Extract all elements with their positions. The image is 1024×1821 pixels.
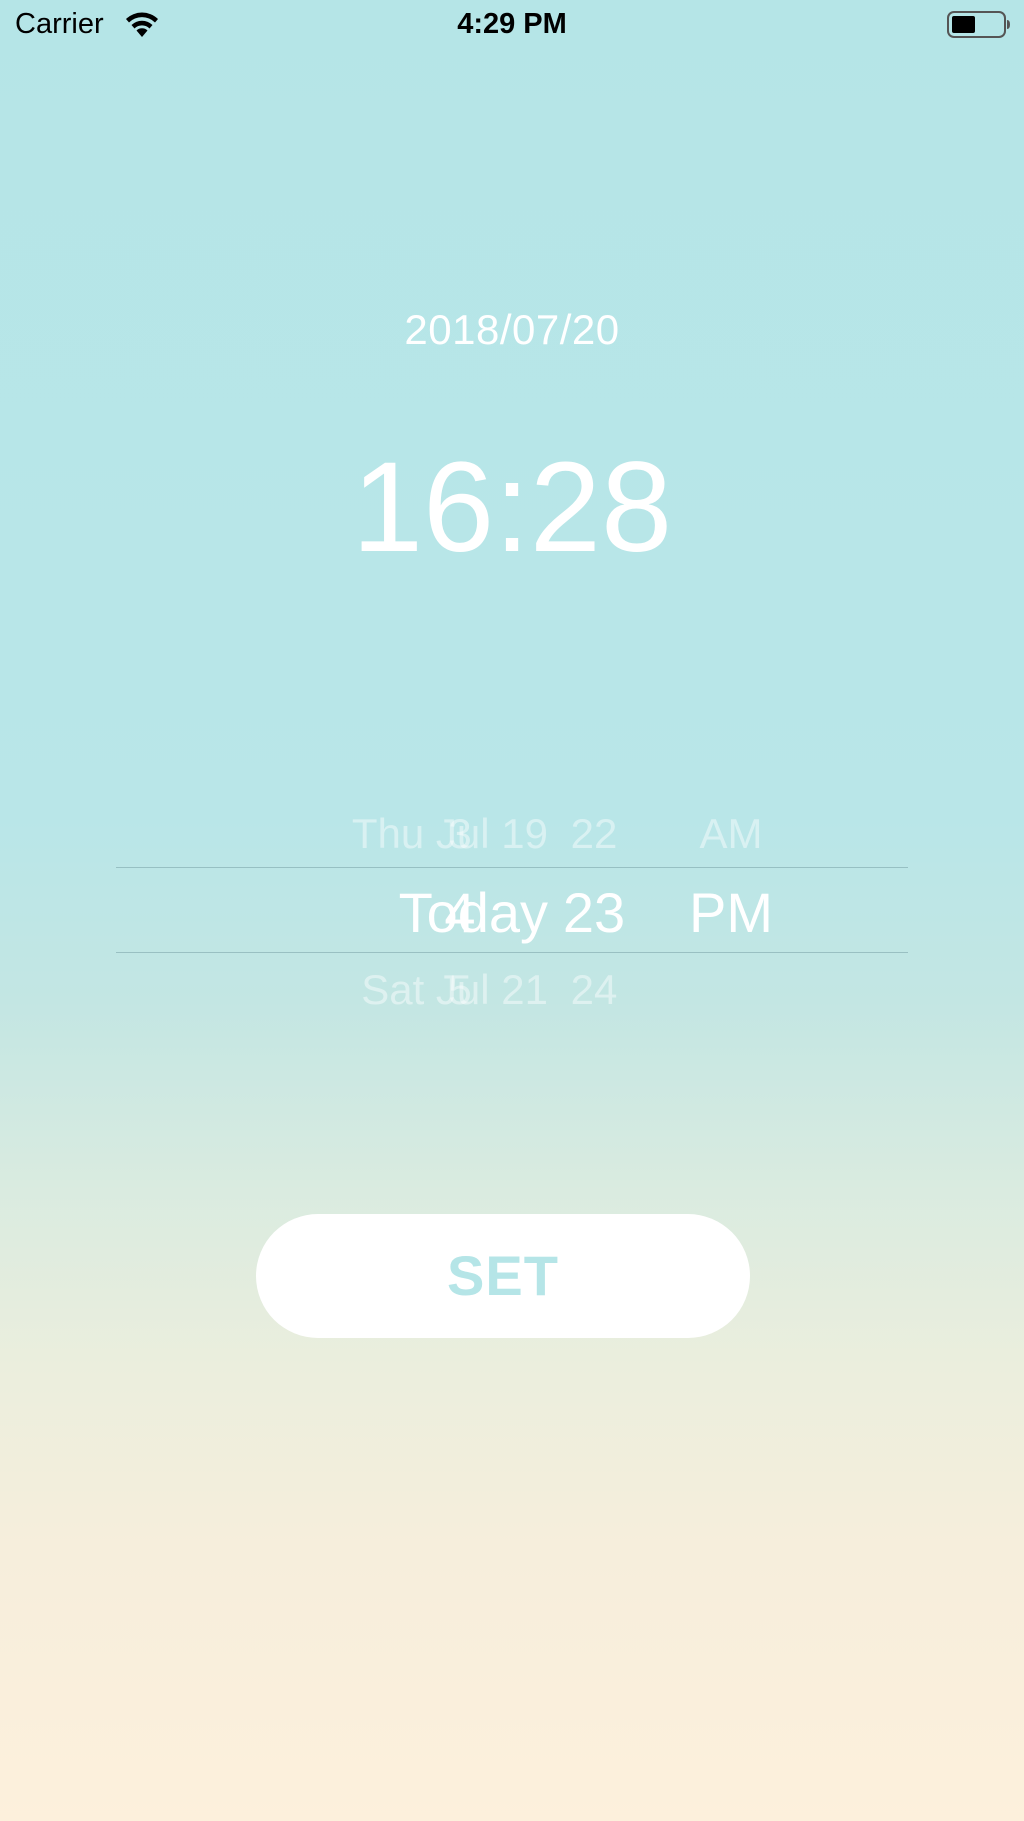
alarm-set-screen: Carrier 4:29 PM 2018/07/20 16:28 Thu Jul… [0,0,1024,1821]
battery-icon [947,10,1011,40]
status-time: 4:29 PM [457,8,567,40]
picker-minute-selected[interactable]: 23 [544,880,644,945]
picker-ampm-selected[interactable]: PM [676,880,786,945]
status-bar: Carrier 4:29 PM [0,0,1024,52]
picker-hour-next[interactable]: 5 [410,966,510,1014]
alarm-date: 2018/07/20 [404,306,620,353]
picker-hour-prev[interactable]: 3 [410,810,510,858]
picker-minute-next[interactable]: 24 [544,966,644,1014]
picker-minute-prev[interactable]: 22 [544,810,644,858]
picker-selection-top-line [116,867,908,868]
picker-ampm-prev[interactable]: AM [676,810,786,858]
date-time-picker[interactable]: Thu Jul 19 Today Sat Jul 21 3 4 5 22 23 … [116,800,908,1020]
alarm-time: 16:28 [351,436,673,579]
picker-hour-selected[interactable]: 4 [410,880,510,945]
set-button[interactable]: SET [256,1214,750,1338]
picker-selection-bottom-line [116,952,908,953]
